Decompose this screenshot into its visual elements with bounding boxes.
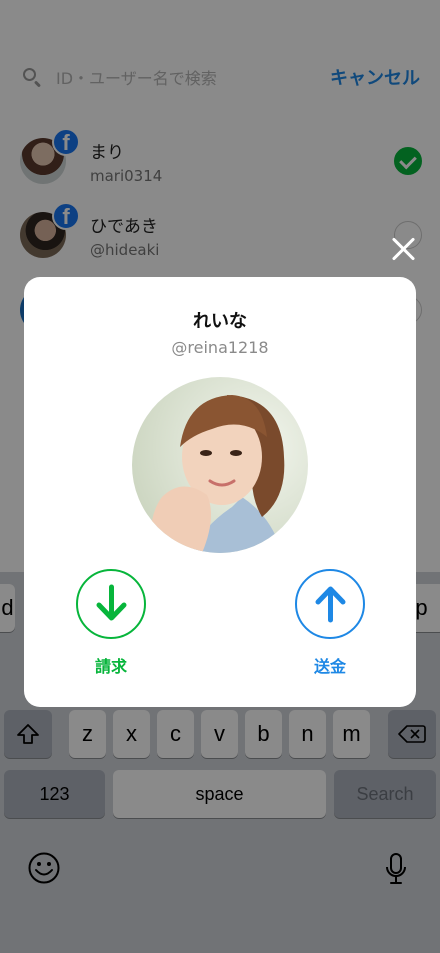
- arrow-down-icon: [96, 584, 126, 621]
- profile-name: れいな: [193, 311, 247, 332]
- arrow-up-icon: [315, 586, 345, 623]
- close-icon[interactable]: [388, 234, 418, 264]
- profile-card: れいな @reina1218 請求 送金: [24, 277, 416, 707]
- profile-photo: [132, 377, 308, 553]
- profile-id: @reina1218: [171, 338, 269, 357]
- request-label: 請求: [94, 657, 127, 676]
- send-button[interactable]: 送金: [294, 569, 366, 677]
- send-label: 送金: [313, 657, 346, 676]
- request-button[interactable]: 請求: [75, 569, 147, 677]
